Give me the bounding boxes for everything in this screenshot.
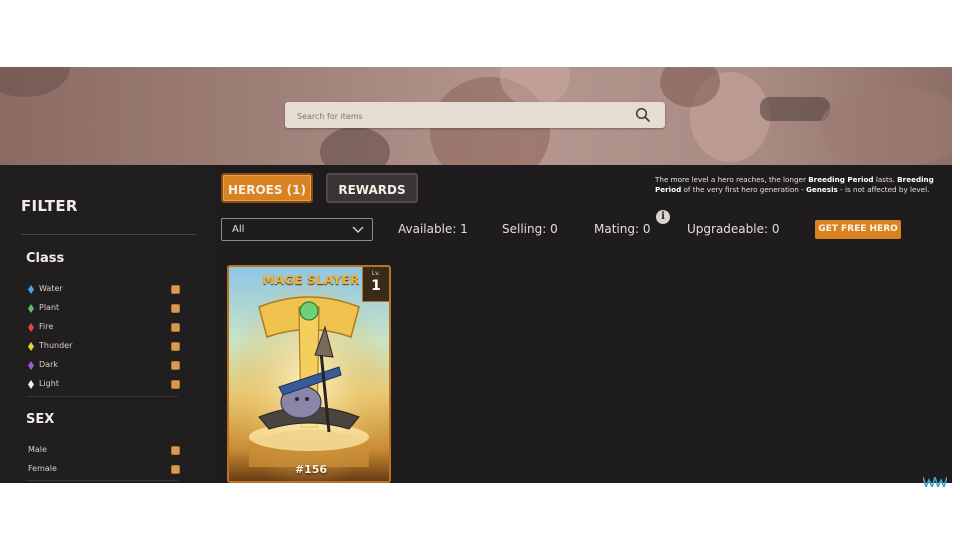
sex-filter-male[interactable]: Male <box>28 444 180 458</box>
breeding-notice: The more level a hero reaches, the longe… <box>655 175 940 195</box>
notice-text: - is not affected by level. <box>837 185 930 194</box>
checkbox[interactable] <box>171 285 180 294</box>
game-app: FILTER Class Water Plant Fire Thunder Da… <box>0 67 952 483</box>
class-filter-thunder[interactable]: Thunder <box>28 340 180 354</box>
mating-count: Mating: 0 <box>594 222 651 236</box>
filter-title: FILTER <box>21 197 78 215</box>
divider <box>21 234 196 235</box>
plant-gem-icon <box>28 304 34 313</box>
checkbox[interactable] <box>171 342 180 351</box>
light-gem-icon <box>28 380 34 389</box>
watermark-logo-icon <box>923 477 947 487</box>
sex-filter-label: Female <box>28 464 57 473</box>
filter-sidebar: FILTER Class Water Plant Fire Thunder Da… <box>0 165 215 483</box>
checkbox[interactable] <box>171 304 180 313</box>
select-value: All <box>232 224 245 235</box>
checkbox[interactable] <box>171 446 180 455</box>
checkbox[interactable] <box>171 465 180 474</box>
search-bar[interactable] <box>285 102 665 128</box>
class-filter-label: Plant <box>39 303 60 312</box>
search-icon[interactable] <box>635 107 651 123</box>
hero-filter-select[interactable]: All <box>221 218 373 241</box>
class-filter-fire[interactable]: Fire <box>28 321 180 335</box>
tab-heroes[interactable]: HEROES (1) <box>221 173 313 203</box>
selling-count: Selling: 0 <box>502 222 558 236</box>
sex-filter-label: Male <box>28 445 47 454</box>
get-free-hero-button[interactable]: GET FREE HERO <box>815 220 901 239</box>
fire-gem-icon <box>28 323 34 332</box>
notice-text: lasts. <box>873 175 898 184</box>
dark-gem-icon <box>28 361 34 370</box>
sex-section-title: SEX <box>26 412 55 427</box>
header-banner <box>0 67 952 165</box>
class-filter-plant[interactable]: Plant <box>28 302 180 316</box>
class-filter-dark[interactable]: Dark <box>28 359 180 373</box>
class-filter-light[interactable]: Light <box>28 378 180 392</box>
class-filter-label: Fire <box>39 322 54 331</box>
class-section-title: Class <box>26 251 65 266</box>
checkbox[interactable] <box>171 380 180 389</box>
hero-card[interactable]: MAGE SLAYER Lv. 1 #156 <box>227 265 391 483</box>
level-label: Lv. <box>371 270 381 277</box>
class-filter-water[interactable]: Water <box>28 283 180 297</box>
notice-text: of the very first hero generation - <box>681 185 807 194</box>
class-filter-label: Thunder <box>39 341 73 350</box>
sex-filter-female[interactable]: Female <box>28 463 180 477</box>
class-filter-label: Dark <box>39 360 58 369</box>
water-gem-icon <box>28 285 34 294</box>
notice-text: The more level a hero reaches, the longe… <box>655 175 809 184</box>
search-input[interactable] <box>295 107 619 125</box>
available-count: Available: 1 <box>398 222 468 236</box>
notice-bold: Breeding Period <box>808 175 874 184</box>
checkbox[interactable] <box>171 361 180 370</box>
upgradeable-count: Upgradeable: 0 <box>687 222 780 236</box>
class-filter-label: Light <box>39 379 59 388</box>
notice-bold: Genesis <box>806 185 838 194</box>
divider <box>26 480 178 481</box>
hero-id: #156 <box>294 463 328 476</box>
level-badge: Lv. 1 <box>362 267 389 302</box>
chevron-down-icon <box>352 226 364 233</box>
main-content: HEROES (1) REWARDS The more level a hero… <box>215 165 952 483</box>
info-icon[interactable]: i <box>656 210 670 224</box>
class-filter-label: Water <box>39 284 63 293</box>
divider <box>26 396 178 397</box>
level-value: 1 <box>371 278 381 294</box>
thunder-gem-icon <box>28 342 34 351</box>
tab-rewards[interactable]: REWARDS <box>326 173 418 203</box>
checkbox[interactable] <box>171 323 180 332</box>
